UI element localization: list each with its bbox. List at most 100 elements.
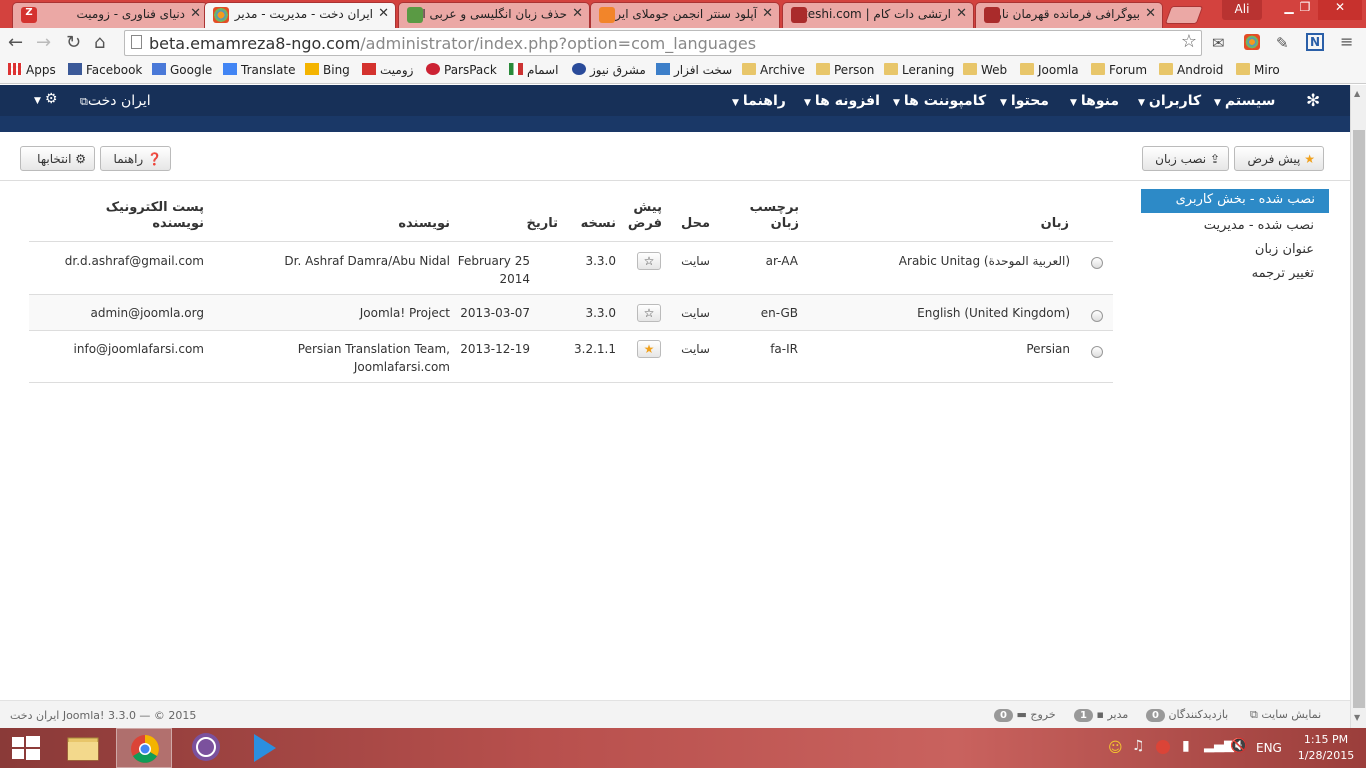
viber-icon <box>192 733 220 761</box>
battery-icon[interactable]: ▮ <box>1182 738 1190 754</box>
default-star-button[interactable]: ★ <box>637 340 661 358</box>
scroll-up-icon[interactable]: ▲ <box>1354 89 1360 98</box>
sidebar-item-installed-site[interactable]: نصب شده - بخش کاربری <box>1141 189 1329 213</box>
volume-muted-icon[interactable]: 🔇 <box>1230 738 1247 754</box>
sidebar-item-content-languages[interactable]: عنوان زبان <box>1255 242 1314 257</box>
translate-icon <box>223 63 237 75</box>
row-select-radio[interactable] <box>1091 257 1103 269</box>
input-language[interactable]: ENG <box>1256 741 1282 755</box>
bookmark-translate[interactable]: Translate <box>223 63 296 77</box>
set-default-button[interactable]: ☆ <box>637 252 661 270</box>
set-default-button[interactable]: ☆ <box>637 304 661 322</box>
language-tag: fa-IR <box>770 342 798 356</box>
new-tab-button[interactable] <box>1164 6 1204 24</box>
back-arrow-icon[interactable]: ← <box>8 32 23 53</box>
column-header-location[interactable]: محل <box>681 216 710 232</box>
emoji-tray-icon[interactable]: ☺ <box>1108 740 1123 756</box>
bookmark-folder-archive[interactable]: Archive <box>742 63 805 77</box>
bookmark-star-icon[interactable]: ☆ <box>1181 31 1197 52</box>
chrome-taskbar-button[interactable] <box>116 728 172 768</box>
close-window-icon[interactable]: ✕ <box>1318 0 1362 20</box>
bookmark-folder-forum[interactable]: Forum <box>1091 63 1147 77</box>
bookmark-google[interactable]: Google <box>152 63 212 77</box>
home-icon[interactable]: ⌂ <box>94 32 105 53</box>
scroll-down-icon[interactable]: ▼ <box>1354 713 1360 722</box>
bookmark-folder-web[interactable]: Web <box>963 63 1007 77</box>
row-select-radio[interactable] <box>1091 310 1103 322</box>
browser-tab[interactable]: حذف زبان انگلیسی و عربی ا ✕ <box>398 2 590 28</box>
browser-tab-active[interactable]: ایران دخت - مدیریت - مدیر ✕ <box>204 2 396 28</box>
bookmark-folder-joomla[interactable]: Joomla <box>1020 63 1079 77</box>
options-button[interactable]: ⚙ انتخابها <box>20 146 95 171</box>
column-header-language[interactable]: زبان <box>1041 216 1069 232</box>
start-button[interactable] <box>0 728 56 768</box>
bookmark-apps[interactable]: Apps <box>8 63 56 77</box>
language-author: Dr. Ashraf Damra/Abu Nidal <box>284 254 450 268</box>
column-header-email[interactable]: پست الکترونیک نویسنده <box>106 200 204 232</box>
page-scrollbar[interactable]: ▲ ▼ <box>1350 85 1366 728</box>
reload-icon[interactable]: ↻ <box>66 32 81 53</box>
column-header-version[interactable]: نسخه <box>581 216 616 232</box>
gmail-extension-icon[interactable]: ✉ <box>1212 34 1225 52</box>
menu-content[interactable]: ▼ محتوا <box>1000 93 1049 109</box>
bookmark-mashregh[interactable]: مشرق نیوز <box>572 63 646 77</box>
bookmark-folder-learning[interactable]: Leraning <box>884 63 954 77</box>
bookmark-folder-miro[interactable]: Miro <box>1236 63 1280 77</box>
media-player-taskbar-button[interactable] <box>236 728 292 768</box>
browser-tab[interactable]: آپلود سنتر انجمن جوملای ایرا ✕ <box>590 2 780 28</box>
forward-arrow-icon[interactable]: → <box>36 32 51 53</box>
notification-tray-icon[interactable]: ♫ <box>1132 738 1145 754</box>
logout-link[interactable]: خروج ▬ 0 <box>994 708 1056 722</box>
help-button[interactable]: ❓ راهنما <box>100 146 171 171</box>
column-header-tag[interactable]: برچسب زبان <box>750 200 799 232</box>
close-tab-icon[interactable]: ✕ <box>572 6 583 21</box>
menu-users[interactable]: ▼ کاربران <box>1138 93 1201 109</box>
row-select-radio[interactable] <box>1091 346 1103 358</box>
menu-hamburger-icon[interactable]: ≡ <box>1340 32 1353 51</box>
settings-gear-icon[interactable]: ▼ ⚙ <box>34 91 57 107</box>
bookmark-bing[interactable]: Bing <box>305 63 350 77</box>
viber-taskbar-button[interactable] <box>178 728 234 768</box>
menu-plugins[interactable]: ▼ افزونه ها <box>804 93 880 109</box>
menu-menus[interactable]: ▼ منوها <box>1070 93 1119 109</box>
site-link[interactable]: ⧉ایران دخت <box>80 93 151 109</box>
file-explorer-taskbar-button[interactable] <box>56 728 112 768</box>
system-clock[interactable]: 1:15 PM 1/28/2015 <box>1296 732 1356 764</box>
bookmark-zoomit[interactable]: زومیت <box>362 63 413 77</box>
profile-button[interactable]: Ali <box>1222 0 1262 20</box>
close-tab-icon[interactable]: ✕ <box>378 6 389 21</box>
bookmark-folder-person[interactable]: Person <box>816 63 874 77</box>
browser-tab[interactable]: Z دنیای فناوری - زومیت ✕ <box>12 2 208 28</box>
close-tab-icon[interactable]: ✕ <box>956 6 967 21</box>
maximize-icon[interactable]: ❐ <box>1292 0 1318 20</box>
bookmark-parspack[interactable]: ParsPack <box>426 63 497 77</box>
bookmark-facebook[interactable]: Facebook <box>68 63 142 77</box>
menu-help[interactable]: ▼ راهنما <box>732 93 786 109</box>
sidebar-item-overrides[interactable]: تغییر ترجمه <box>1252 266 1314 281</box>
default-button[interactable]: ★ پیش فرض <box>1234 146 1324 171</box>
sidebar-item-installed-admin[interactable]: نصب شده - مدیریت <box>1204 218 1314 233</box>
joomla-extension-icon[interactable] <box>1244 34 1260 50</box>
bookmark-esmam[interactable]: اسمام <box>509 63 558 77</box>
menu-components[interactable]: ▼ کامپوننت ها <box>893 93 986 109</box>
bookmark-hardware[interactable]: سخت افزار <box>656 63 732 77</box>
close-tab-icon[interactable]: ✕ <box>190 6 201 21</box>
browser-tab[interactable]: بیوگرافی فرمانده قهرمان ناو ✕ <box>975 2 1163 28</box>
menu-system[interactable]: ▼ سیستم <box>1214 93 1275 109</box>
column-header-date[interactable]: تاریخ <box>527 216 559 232</box>
close-tab-icon[interactable]: ✕ <box>762 6 773 21</box>
bookmark-folder-android[interactable]: Android <box>1159 63 1223 77</box>
browser-tab[interactable]: ارتشی دات کام | rteshi.com ✕ <box>782 2 974 28</box>
n-extension-icon[interactable]: N <box>1306 33 1324 51</box>
zoomit-favicon-icon: Z <box>21 7 37 23</box>
chrome-tray-icon[interactable] <box>1156 740 1170 754</box>
address-bar[interactable]: beta.emamreza8-ngo.com/administrator/ind… <box>124 30 1202 56</box>
eyedropper-extension-icon[interactable]: ✎ <box>1276 34 1289 52</box>
close-tab-icon[interactable]: ✕ <box>1145 6 1156 21</box>
column-header-default[interactable]: پیش فرض <box>628 200 662 232</box>
view-site-link[interactable]: نمایش سایت ⧉ <box>1250 708 1321 722</box>
scrollbar-thumb[interactable] <box>1353 130 1365 708</box>
install-language-button[interactable]: ⇪ نصب زبان <box>1142 146 1229 171</box>
joomla-logo-icon[interactable]: ✻ <box>1306 91 1320 111</box>
column-header-author[interactable]: نویسنده <box>398 216 450 232</box>
